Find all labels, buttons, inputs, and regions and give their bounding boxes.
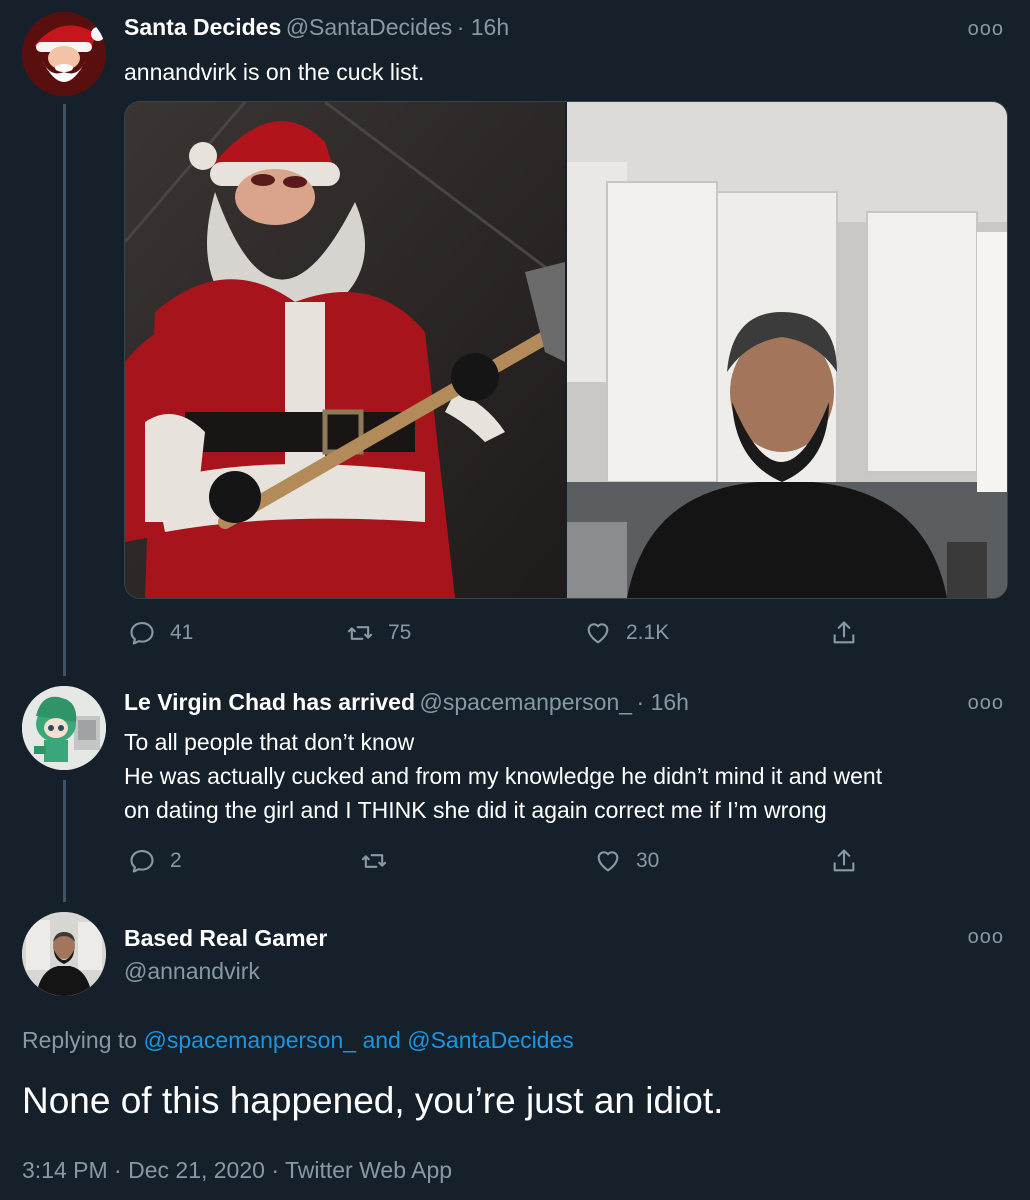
reply-count: 41 bbox=[170, 621, 194, 644]
author-handle[interactable]: @annandvirk bbox=[124, 958, 260, 985]
separator: · bbox=[271, 1157, 279, 1183]
tweet-time[interactable]: · 16h bbox=[457, 14, 509, 40]
avatar-spaceman[interactable] bbox=[22, 686, 106, 770]
mention-link[interactable]: @SantaDecides bbox=[407, 1027, 574, 1053]
avatar-annandvirk[interactable] bbox=[22, 912, 106, 996]
tweet-text: To all people that don’t know He was act… bbox=[124, 725, 882, 827]
mention-link[interactable]: @spacemanperson_ bbox=[143, 1027, 356, 1053]
replying-and: and bbox=[362, 1027, 401, 1053]
share-button[interactable] bbox=[830, 619, 858, 647]
media-grid bbox=[124, 101, 1008, 599]
tweet-time[interactable]: 3:14 PM bbox=[22, 1157, 108, 1183]
reply-icon bbox=[130, 850, 154, 873]
reply-button[interactable]: 2 bbox=[128, 847, 182, 875]
like-count: 2.1K bbox=[626, 621, 670, 644]
thread-line bbox=[63, 780, 66, 902]
share-icon bbox=[833, 849, 855, 872]
like-button[interactable]: 2.1K bbox=[584, 619, 669, 647]
reply-count: 2 bbox=[170, 849, 182, 872]
tweet-text-line: He was actually cucked and from my knowl… bbox=[124, 763, 883, 789]
retweet-count: 75 bbox=[388, 621, 412, 644]
tweet-source[interactable]: Twitter Web App bbox=[285, 1157, 452, 1183]
media-image-santa[interactable] bbox=[125, 102, 566, 598]
author-name[interactable]: Based Real Gamer bbox=[124, 925, 327, 952]
retweet-button[interactable] bbox=[360, 847, 402, 875]
heart-icon bbox=[597, 851, 619, 872]
more-options-icon[interactable]: ooo bbox=[968, 692, 1004, 715]
retweet-icon bbox=[347, 626, 373, 640]
avatar-santa[interactable] bbox=[22, 12, 106, 96]
heart-icon bbox=[587, 623, 609, 644]
reply-button[interactable]: 41 bbox=[128, 619, 193, 647]
author-name[interactable]: Le Virgin Chad has arrived bbox=[124, 689, 415, 715]
more-options-icon[interactable]: ooo bbox=[968, 926, 1004, 949]
author-name[interactable]: Santa Decides bbox=[124, 14, 281, 40]
retweet-button[interactable]: 75 bbox=[346, 619, 411, 647]
main-tweet-text: None of this happened, you’re just an id… bbox=[22, 1080, 724, 1121]
author-handle[interactable]: @spacemanperson_ bbox=[419, 689, 632, 715]
tweet-text: annandvirk is on the cuck list. bbox=[124, 59, 425, 85]
like-count: 30 bbox=[636, 849, 660, 872]
tweet-text-line: on dating the girl and I THINK she did i… bbox=[124, 797, 827, 823]
tweet-text-line: To all people that don’t know bbox=[124, 729, 415, 755]
tweet-meta: 3:14 PM · Dec 21, 2020 · Twitter Web App bbox=[22, 1157, 452, 1184]
replying-prefix: Replying to bbox=[22, 1027, 138, 1053]
tweet-time[interactable]: · 16h bbox=[637, 689, 689, 715]
share-button[interactable] bbox=[830, 847, 858, 875]
media-image-man[interactable] bbox=[567, 102, 1007, 598]
separator: · bbox=[114, 1157, 122, 1183]
author-handle[interactable]: @SantaDecides bbox=[286, 14, 453, 40]
share-icon bbox=[833, 621, 855, 644]
thread-line bbox=[63, 104, 66, 676]
like-button[interactable]: 30 bbox=[594, 847, 659, 875]
reply-icon bbox=[130, 622, 154, 645]
retweet-icon bbox=[361, 854, 387, 868]
more-options-icon[interactable]: ooo bbox=[968, 18, 1004, 41]
replying-to: Replying to @spacemanperson_ and @SantaD… bbox=[22, 1027, 574, 1054]
tweet-date[interactable]: Dec 21, 2020 bbox=[128, 1157, 265, 1183]
